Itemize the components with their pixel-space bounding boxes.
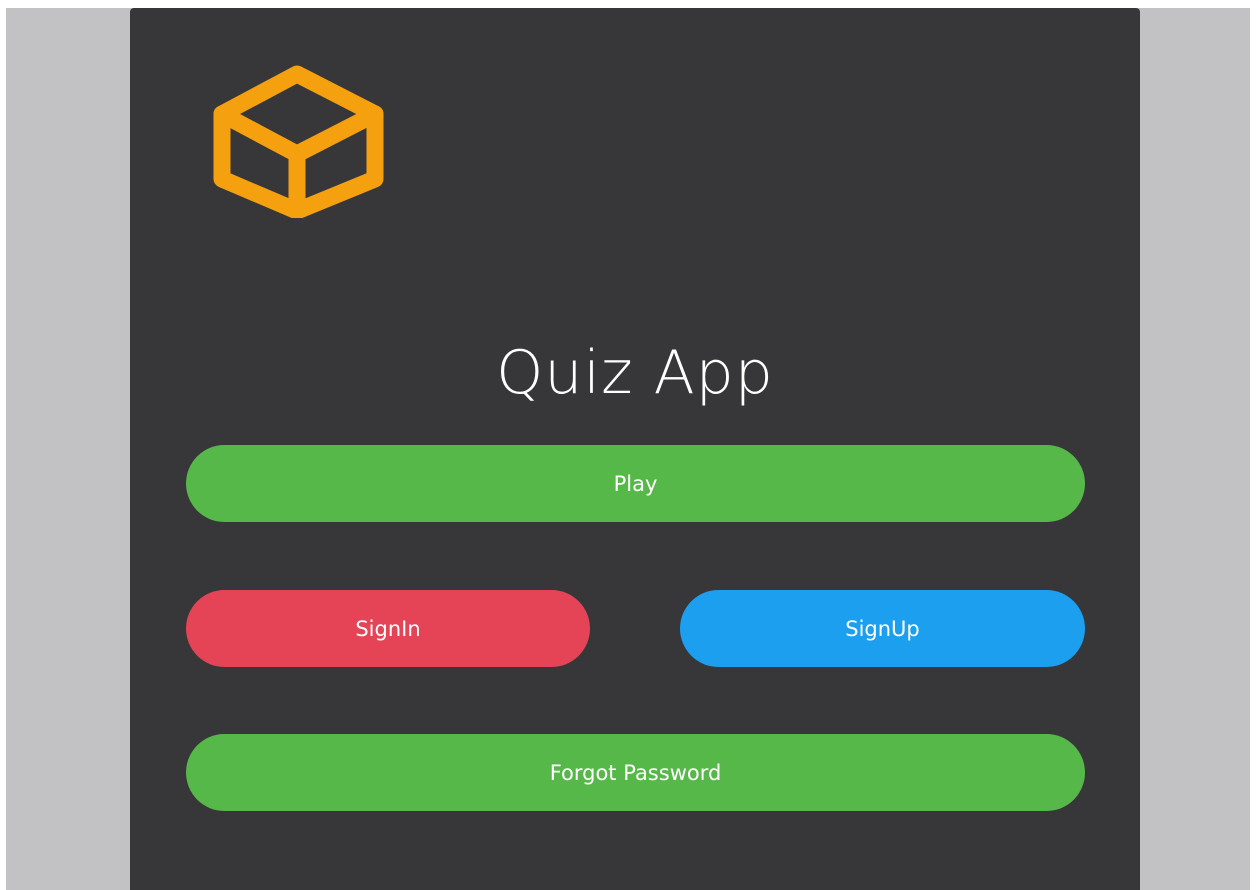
page-edge-left xyxy=(0,0,6,890)
page-edge-right xyxy=(1250,0,1256,890)
signup-button[interactable]: SignUp xyxy=(680,590,1085,667)
signin-button[interactable]: SignIn xyxy=(186,590,590,667)
main-panel: Quiz App Play SignIn SignUp Forgot Passw… xyxy=(130,8,1140,890)
play-button[interactable]: Play xyxy=(186,445,1085,522)
page-title: Quiz App xyxy=(496,338,774,408)
cube-icon xyxy=(213,65,384,218)
page-edge-top xyxy=(0,0,1256,8)
forgot-password-button[interactable]: Forgot Password xyxy=(186,734,1085,811)
